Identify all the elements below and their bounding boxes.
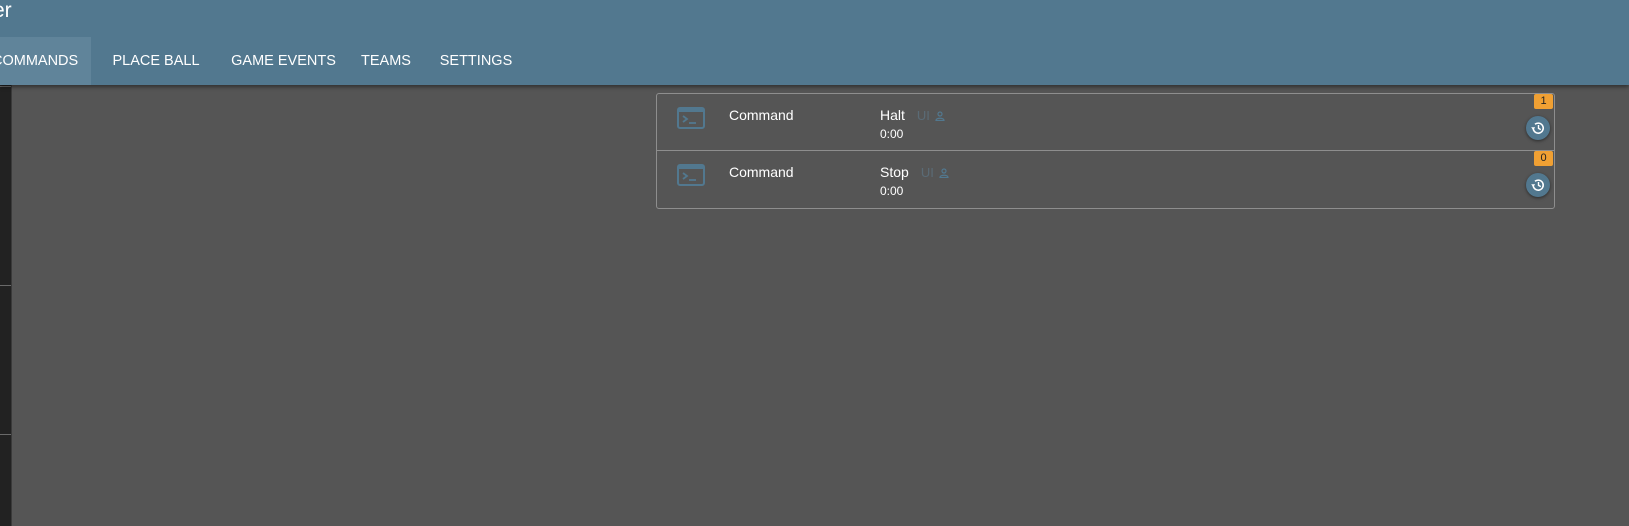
drawer-divider: [0, 434, 11, 435]
event-time: 0:00: [880, 127, 904, 141]
person-icon: [935, 108, 945, 122]
revert-count-badge: 0: [1534, 151, 1553, 166]
revert-count-badge: 1: [1534, 94, 1553, 109]
person-icon: [939, 165, 949, 179]
app-title: er: [0, 0, 12, 22]
origin-label: UI: [920, 165, 934, 180]
tab-teams[interactable]: TEAMS: [346, 37, 426, 85]
event-list: Command Halt UI 0:00 1 Command Stop UI 0…: [656, 93, 1555, 209]
tab-place-ball[interactable]: PLACE BALL: [91, 37, 221, 85]
origin-label: UI: [916, 108, 930, 123]
drawer-divider: [0, 86, 11, 87]
event-time: 0:00: [880, 184, 904, 198]
event-row-stop: Command Stop UI 0:00 0: [657, 151, 1554, 207]
tab-commands[interactable]: COMMANDS: [0, 37, 91, 85]
drawer-divider: [0, 285, 11, 286]
event-type-label: Command: [729, 107, 794, 123]
left-drawer: [0, 85, 12, 526]
terminal-icon: [677, 106, 705, 130]
main-tabs: COMMANDS PLACE BALL GAME EVENTS TEAMS SE…: [0, 37, 526, 85]
restore-icon: [1531, 122, 1544, 134]
event-type-label: Command: [729, 164, 794, 180]
tab-settings[interactable]: SETTINGS: [426, 37, 526, 85]
event-name: Stop UI: [880, 164, 949, 180]
revert-button[interactable]: [1526, 116, 1550, 140]
tab-game-events[interactable]: GAME EVENTS: [221, 37, 346, 85]
terminal-icon: [677, 163, 705, 187]
command-name: Halt: [880, 107, 905, 123]
event-name: Halt UI: [880, 107, 945, 123]
revert-button[interactable]: [1526, 173, 1550, 197]
app-header: er COMMANDS PLACE BALL GAME EVENTS TEAMS…: [0, 0, 1629, 85]
command-name: Stop: [880, 164, 909, 180]
event-row-halt: Command Halt UI 0:00 1: [657, 94, 1554, 151]
restore-icon: [1531, 179, 1544, 191]
